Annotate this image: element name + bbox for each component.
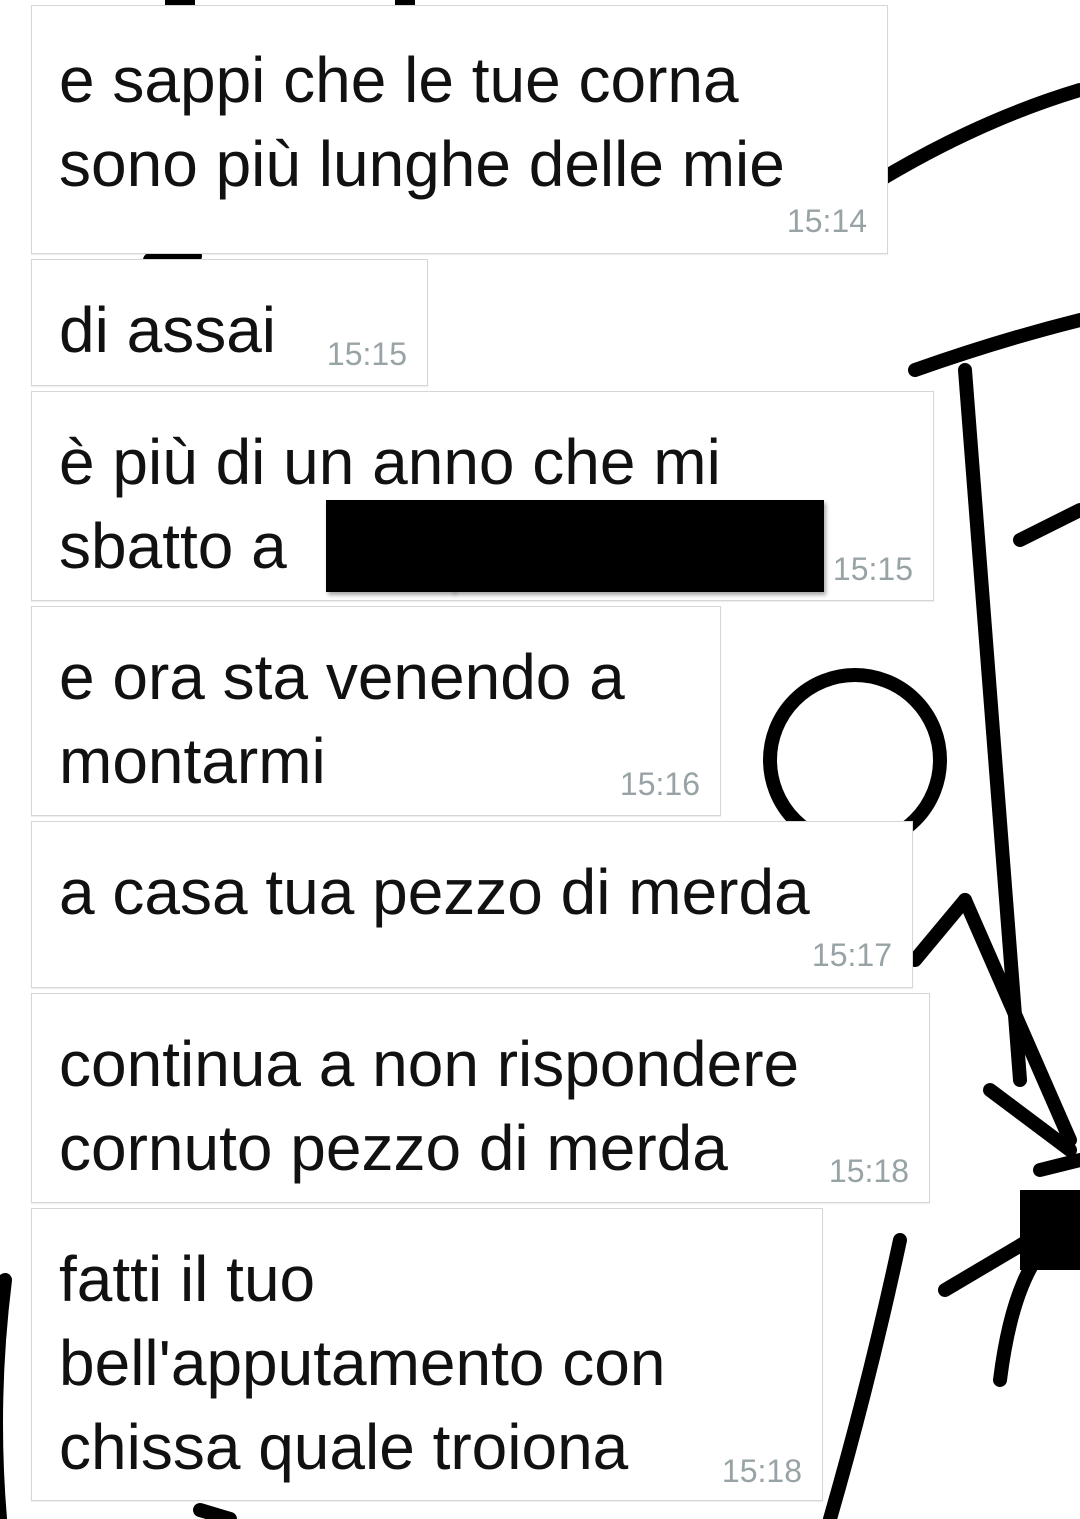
message-text: fatti il tuo bell'apputamento con chissa… bbox=[59, 1243, 666, 1483]
message-bubble[interactable]: a casa tua pezzo di merda 15:17 bbox=[31, 821, 913, 988]
redaction-bar bbox=[326, 500, 454, 592]
message-bubble[interactable]: di assai 15:15 bbox=[31, 259, 428, 386]
message-bubble[interactable]: continua a non rispondere cornuto pezzo … bbox=[31, 993, 930, 1203]
message-text: di assai bbox=[59, 294, 276, 366]
message-timestamp: 15:15 bbox=[326, 336, 407, 372]
message-bubble[interactable]: e sappi che le tue corna sono più lunghe… bbox=[31, 5, 888, 254]
message-bubble[interactable]: e ora sta venendo a montarmi 15:16 bbox=[31, 606, 721, 816]
message-timestamp: 15:18 bbox=[828, 1153, 909, 1189]
message-timestamp: 15:15 bbox=[832, 551, 913, 587]
redaction-bar bbox=[452, 500, 824, 592]
message-text: e ora sta venendo a montarmi bbox=[59, 641, 625, 797]
message-bubble[interactable]: fatti il tuo bell'apputamento con chissa… bbox=[31, 1208, 823, 1501]
message-timestamp: 15:17 bbox=[811, 937, 892, 973]
message-text: e sappi che le tue corna sono più lunghe… bbox=[59, 44, 785, 200]
message-timestamp: 15:16 bbox=[619, 766, 700, 802]
message-timestamp: 15:14 bbox=[786, 203, 867, 239]
message-text: a casa tua pezzo di merda bbox=[59, 856, 810, 928]
message-timestamp: 15:18 bbox=[721, 1453, 802, 1489]
message-text: continua a non rispondere cornuto pezzo … bbox=[59, 1028, 800, 1184]
